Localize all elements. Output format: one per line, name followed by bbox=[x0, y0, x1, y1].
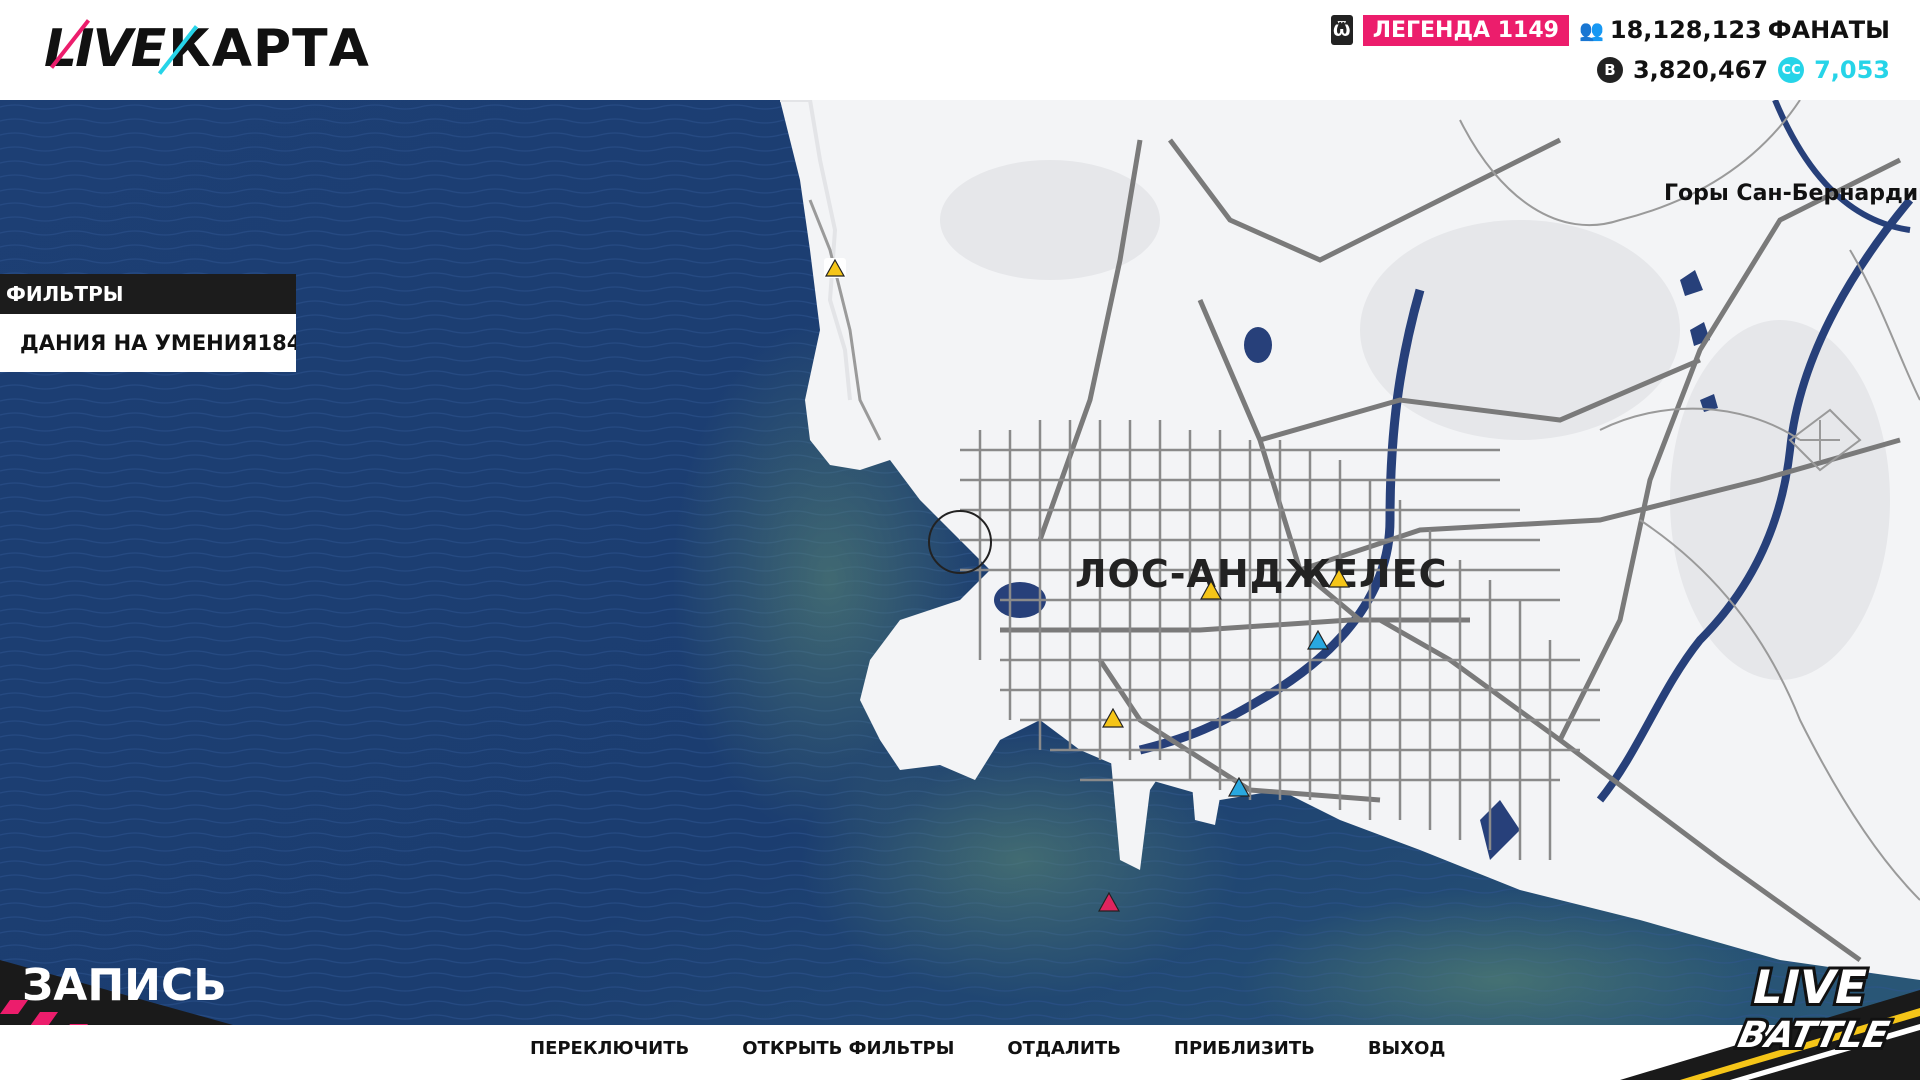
filter-item-count: 184 bbox=[257, 331, 296, 355]
filter-item-skill-challenges[interactable]: ДАНИЯ НА УМЕНИЯ 184 bbox=[0, 314, 296, 372]
skill-blue-icon[interactable] bbox=[1228, 777, 1250, 797]
region-label: Горы Сан-Бернардино bbox=[1664, 181, 1920, 206]
logo-battle-text: BATTLE bbox=[1735, 1013, 1893, 1056]
player-stats: Ѿ ЛЕГЕНДА 1149 👥 18,128,123 ФАНАТЫ B 3,8… bbox=[1330, 12, 1890, 88]
filters-title: ФИЛЬТРЫ bbox=[0, 274, 296, 314]
cc-icon: CC bbox=[1778, 57, 1805, 83]
skill-yellow-icon[interactable] bbox=[1200, 580, 1222, 600]
city-label: ЛОС-АНДЖЕЛЕС bbox=[1075, 552, 1448, 596]
skill-red-icon[interactable] bbox=[1098, 892, 1120, 912]
skill-blue-icon[interactable] bbox=[1307, 630, 1329, 650]
switch-button[interactable]: ПЕРЕКЛЮЧИТЬ bbox=[530, 1038, 689, 1059]
credits-icon: B bbox=[1596, 57, 1623, 83]
credits-value: 3,820,467 bbox=[1632, 56, 1769, 84]
top-bar: LIVE КАРТА Ѿ ЛЕГЕНДА 1149 👥 18,128,123 Ф… bbox=[0, 0, 1920, 100]
fans-counter: 👥 18,128,123 ФАНАТЫ bbox=[1579, 16, 1890, 44]
cc-value: 7,053 bbox=[1814, 56, 1890, 84]
logo-live-text: LIVE bbox=[1747, 960, 1872, 1013]
app-logo: LIVE КАРТА bbox=[44, 14, 370, 84]
rank-badge-icon: Ѿ bbox=[1330, 15, 1353, 45]
exit-button[interactable]: ВЫХОД bbox=[1368, 1038, 1446, 1059]
filters-panel: ФИЛЬТРЫ ДАНИЯ НА УМЕНИЯ 184 bbox=[0, 274, 296, 372]
live-battle-logo: LIVE BATTLE bbox=[1732, 957, 1896, 1058]
skill-yellow-icon[interactable] bbox=[1102, 708, 1124, 728]
map-cursor[interactable] bbox=[928, 510, 992, 574]
zoom-in-button[interactable]: ПРИБЛИЗИТЬ bbox=[1174, 1038, 1315, 1059]
world-map[interactable]: ЛОС-АНДЖЕЛЕС Горы Сан-Бернардино bbox=[0, 100, 1920, 1025]
fans-icon: 👥 bbox=[1578, 18, 1604, 42]
fans-value: 18,128,123 bbox=[1609, 16, 1762, 44]
record-label: ЗАПИСЬ bbox=[22, 960, 227, 1011]
skill-yellow-icon[interactable] bbox=[1328, 568, 1350, 588]
rank-label: ЛЕГЕНДА 1149 bbox=[1362, 14, 1569, 46]
open-filters-button[interactable]: ОТКРЫТЬ ФИЛЬТРЫ bbox=[742, 1038, 954, 1059]
logo-title: КАРТА bbox=[168, 19, 370, 79]
action-prompts: ПЕРЕКЛЮЧИТЬ ОТКРЫТЬ ФИЛЬТРЫ ОТДАЛИТЬ ПРИ… bbox=[530, 1038, 1445, 1059]
skill-yellow-icon[interactable] bbox=[824, 258, 846, 278]
zoom-out-button[interactable]: ОТДАЛИТЬ bbox=[1007, 1038, 1121, 1059]
fans-label: ФАНАТЫ bbox=[1767, 16, 1890, 44]
filter-item-label: ДАНИЯ НА УМЕНИЯ bbox=[20, 331, 258, 355]
